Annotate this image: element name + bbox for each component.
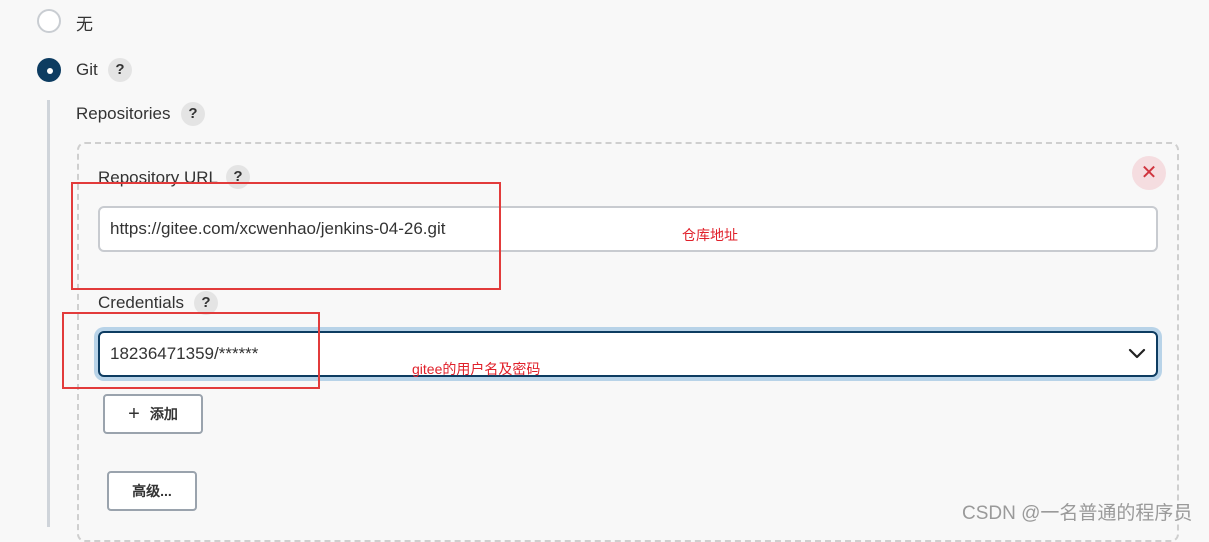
credentials-annotation-text: gitee的用户名及密码	[412, 361, 541, 377]
section-indent-line	[47, 100, 50, 527]
credentials-label: Credentials	[98, 293, 184, 312]
radio-git[interactable]	[37, 58, 61, 82]
git-help-icon[interactable]: ?	[108, 58, 132, 82]
radio-none-label: 无	[76, 15, 93, 34]
url-annotation-text: 仓库地址	[682, 227, 738, 243]
advanced-button[interactable]: 高级...	[107, 471, 197, 511]
credentials-annotation-box	[62, 312, 320, 389]
close-icon[interactable]: ✕	[1132, 156, 1166, 190]
radio-git-label: Git	[76, 60, 98, 79]
chevron-down-icon	[1128, 348, 1146, 360]
repositories-label: Repositories	[76, 104, 171, 123]
add-credentials-button[interactable]: + 添加	[103, 394, 203, 434]
plus-icon: +	[128, 403, 140, 425]
advanced-button-label: 高级...	[132, 483, 172, 499]
watermark: CSDN @一名普通的程序员	[962, 503, 1193, 524]
add-button-label: 添加	[149, 406, 178, 422]
repositories-help-icon[interactable]: ?	[181, 102, 205, 126]
url-annotation-box	[71, 182, 501, 290]
radio-none[interactable]	[37, 9, 61, 33]
